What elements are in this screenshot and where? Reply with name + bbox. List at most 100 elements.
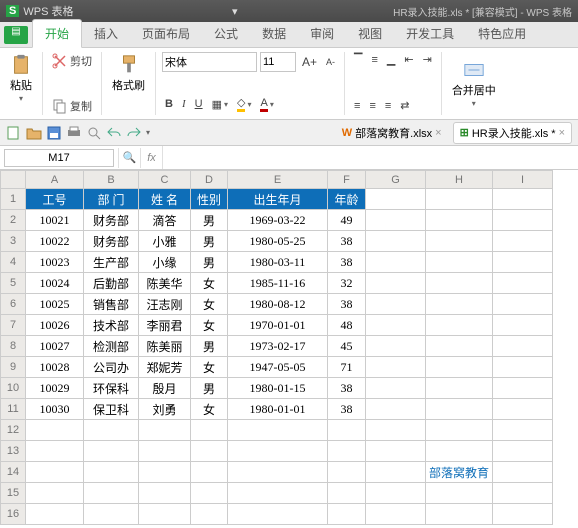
- row-header[interactable]: 7: [1, 315, 26, 336]
- cell[interactable]: 销售部: [84, 294, 139, 315]
- align-right-button[interactable]: ≡: [382, 99, 394, 113]
- cell[interactable]: [493, 483, 553, 504]
- menu-页面布局[interactable]: 页面布局: [130, 20, 202, 47]
- cell[interactable]: [493, 336, 553, 357]
- cell[interactable]: [84, 420, 139, 441]
- cell[interactable]: [84, 441, 139, 462]
- cell[interactable]: 38: [328, 294, 366, 315]
- cell[interactable]: [493, 441, 553, 462]
- menu-审阅[interactable]: 审阅: [298, 20, 346, 47]
- cell[interactable]: 10024: [26, 273, 84, 294]
- copy-button[interactable]: 复制: [49, 97, 95, 115]
- cell[interactable]: 女: [191, 273, 228, 294]
- new-icon[interactable]: [6, 125, 22, 141]
- cell[interactable]: [366, 357, 426, 378]
- cell[interactable]: 1980-05-25: [228, 231, 328, 252]
- cell[interactable]: [426, 231, 493, 252]
- cell[interactable]: [493, 420, 553, 441]
- qat-more-icon[interactable]: ▾: [146, 128, 150, 137]
- cell[interactable]: 男: [191, 378, 228, 399]
- cell[interactable]: [426, 252, 493, 273]
- cell[interactable]: [366, 189, 426, 210]
- col-header[interactable]: E: [228, 171, 328, 189]
- cell[interactable]: [228, 483, 328, 504]
- cell[interactable]: 陈美丽: [139, 336, 191, 357]
- cell[interactable]: [493, 252, 553, 273]
- cell[interactable]: 10029: [26, 378, 84, 399]
- cell[interactable]: [26, 504, 84, 525]
- wrap-button[interactable]: ⇄: [397, 98, 412, 113]
- cell[interactable]: 38: [328, 378, 366, 399]
- cell[interactable]: [426, 273, 493, 294]
- decrease-font-button[interactable]: A-: [323, 56, 338, 68]
- cell[interactable]: 女: [191, 294, 228, 315]
- indent-left-button[interactable]: ⇤: [401, 52, 416, 67]
- cell[interactable]: 小缘: [139, 252, 191, 273]
- align-left-button[interactable]: ≡: [351, 99, 363, 113]
- cell[interactable]: 1980-08-12: [228, 294, 328, 315]
- format-painter-button[interactable]: 格式刷: [108, 52, 149, 95]
- cell[interactable]: 财务部: [84, 210, 139, 231]
- undo-icon[interactable]: [106, 125, 122, 141]
- cell[interactable]: [228, 441, 328, 462]
- row-header[interactable]: 12: [1, 420, 26, 441]
- cell[interactable]: 38: [328, 399, 366, 420]
- row-header[interactable]: 3: [1, 231, 26, 252]
- row-header[interactable]: 2: [1, 210, 26, 231]
- menu-开始[interactable]: 开始: [32, 19, 82, 48]
- cell[interactable]: 1947-05-05: [228, 357, 328, 378]
- cell[interactable]: [139, 462, 191, 483]
- row-header[interactable]: 6: [1, 294, 26, 315]
- font-color-button[interactable]: A▾: [257, 96, 276, 113]
- cell[interactable]: [84, 462, 139, 483]
- cell[interactable]: [366, 315, 426, 336]
- cell[interactable]: 公司办: [84, 357, 139, 378]
- indent-right-button[interactable]: ⇥: [420, 52, 435, 67]
- font-size-select[interactable]: [260, 52, 296, 72]
- cell[interactable]: [366, 420, 426, 441]
- align-center-button[interactable]: ≡: [366, 99, 378, 113]
- cell[interactable]: [426, 336, 493, 357]
- cell[interactable]: [26, 462, 84, 483]
- cell[interactable]: [139, 483, 191, 504]
- cell[interactable]: [366, 231, 426, 252]
- cell[interactable]: [493, 357, 553, 378]
- cell[interactable]: [493, 504, 553, 525]
- cell[interactable]: 1973-02-17: [228, 336, 328, 357]
- doc-tab-2[interactable]: ⊞ HR录入技能.xls * ×: [453, 122, 572, 144]
- cell[interactable]: [191, 504, 228, 525]
- cell[interactable]: [493, 210, 553, 231]
- cell[interactable]: [426, 294, 493, 315]
- row-header[interactable]: 11: [1, 399, 26, 420]
- align-bottom-button[interactable]: ▁: [384, 52, 398, 67]
- cell[interactable]: [328, 483, 366, 504]
- cell[interactable]: [426, 441, 493, 462]
- cell[interactable]: [366, 273, 426, 294]
- cell[interactable]: 38: [328, 231, 366, 252]
- cell[interactable]: [191, 483, 228, 504]
- cell[interactable]: 男: [191, 231, 228, 252]
- close-icon[interactable]: ×: [559, 127, 565, 139]
- cell[interactable]: [139, 441, 191, 462]
- cell[interactable]: 10030: [26, 399, 84, 420]
- cell[interactable]: 财务部: [84, 231, 139, 252]
- cell[interactable]: [84, 504, 139, 525]
- row-header[interactable]: 5: [1, 273, 26, 294]
- cell[interactable]: [366, 210, 426, 231]
- doc-tab-1[interactable]: W 部落窝教育.xlsx ×: [335, 122, 449, 144]
- cut-button[interactable]: 剪切: [49, 52, 95, 70]
- cell[interactable]: 环保科: [84, 378, 139, 399]
- cell[interactable]: 男: [191, 210, 228, 231]
- cell[interactable]: [493, 294, 553, 315]
- row-header[interactable]: 13: [1, 441, 26, 462]
- cell[interactable]: [493, 315, 553, 336]
- cell[interactable]: 10021: [26, 210, 84, 231]
- menu-数据[interactable]: 数据: [250, 20, 298, 47]
- cell[interactable]: 38: [328, 252, 366, 273]
- cell[interactable]: 保卫科: [84, 399, 139, 420]
- cell[interactable]: 10026: [26, 315, 84, 336]
- menu-公式[interactable]: 公式: [202, 20, 250, 47]
- cell[interactable]: 小雅: [139, 231, 191, 252]
- cell[interactable]: 性别: [191, 189, 228, 210]
- cell[interactable]: [84, 483, 139, 504]
